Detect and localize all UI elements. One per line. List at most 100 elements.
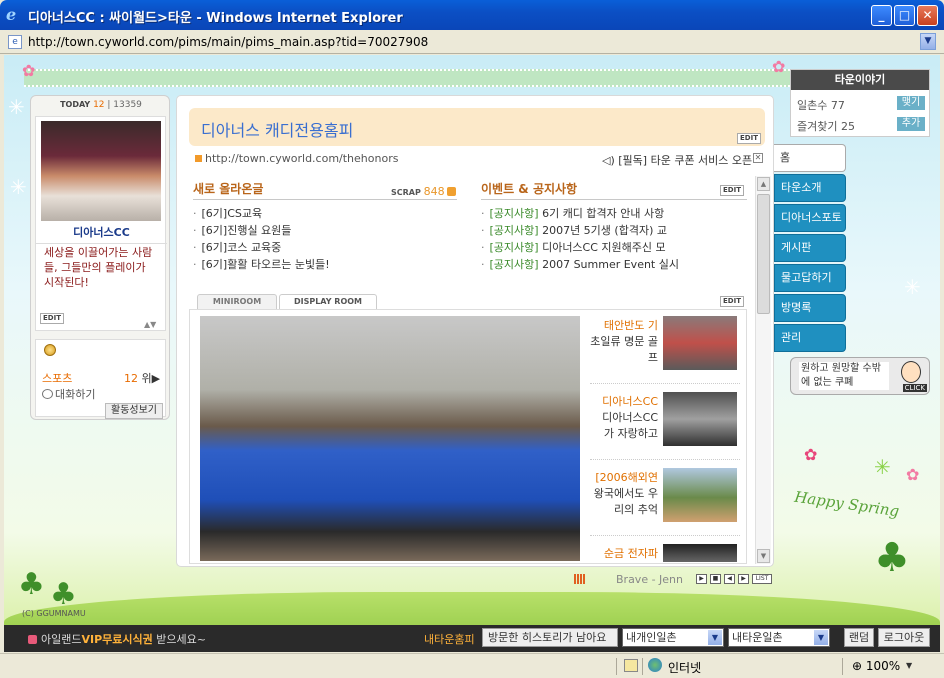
tab-qna[interactable]: 물고답하기 bbox=[774, 264, 846, 292]
snowflake-decoration-icon: ✳ bbox=[874, 455, 891, 479]
scrap-counter[interactable]: SCRAP 848 bbox=[391, 185, 457, 198]
window-title: 디아너스CC : 싸이월드>타운 - Windows Internet Expl… bbox=[28, 11, 403, 26]
minimize-button[interactable]: _ bbox=[871, 5, 892, 26]
tab-photo[interactable]: 디아너스포토 bbox=[774, 204, 846, 232]
scroll-up-icon[interactable]: ▲ bbox=[757, 177, 770, 191]
thumbnail-title: [2006해외연 bbox=[595, 471, 658, 484]
list-item[interactable]: [6기]코스 교육중 bbox=[193, 239, 330, 256]
vip-promo-link[interactable]: 아일랜드VIP무료시식권 받으세요~ bbox=[28, 631, 206, 647]
notice-link[interactable]: ◁) [필독] 타운 쿠폰 서비스 오픈 bbox=[602, 152, 752, 168]
chat-link[interactable]: 대화하기 bbox=[42, 386, 95, 402]
play-icon[interactable]: ▶ bbox=[696, 574, 707, 584]
today-count: 12 bbox=[93, 100, 105, 110]
history-box[interactable]: 방문한 히스토리가 남아요 bbox=[482, 628, 618, 647]
chevron-down-icon: ▼ bbox=[708, 630, 722, 645]
notice-tag: [공지사항] bbox=[489, 224, 539, 237]
prev-track-icon[interactable]: ◀ bbox=[724, 574, 735, 584]
list-item[interactable]: [6기]진행실 요원들 bbox=[193, 222, 330, 239]
list-item[interactable]: [6기]CS교육 bbox=[193, 205, 330, 222]
thumbnail-image[interactable] bbox=[663, 316, 737, 370]
maximize-button[interactable]: □ bbox=[894, 5, 915, 26]
tab-home[interactable]: 홈 bbox=[774, 144, 846, 172]
thumbnail-image[interactable] bbox=[663, 468, 737, 522]
new-posts-heading: 새로 올라온글 bbox=[193, 182, 264, 196]
logout-button[interactable]: 로그아웃 bbox=[878, 628, 930, 647]
events-heading: 이벤트 & 공지사항 bbox=[481, 182, 578, 196]
site-url-text: http://town.cyworld.com/thehonors bbox=[205, 152, 399, 165]
zoom-level[interactable]: ⊕ 100% bbox=[852, 659, 900, 673]
thumbnail-image[interactable] bbox=[663, 392, 737, 446]
profile-photo[interactable] bbox=[41, 121, 161, 221]
thumbnail-item[interactable]: 순금 전자파 bbox=[590, 542, 740, 564]
address-dropdown-icon[interactable]: ▼ bbox=[920, 33, 936, 50]
divider bbox=[481, 199, 747, 200]
list-item[interactable]: [공지사항] 디아너스CC 지원해주신 모 bbox=[481, 239, 679, 256]
tab-board[interactable]: 게시판 bbox=[774, 234, 846, 262]
address-url[interactable]: http://town.cyworld.com/pims/main/pims_m… bbox=[28, 35, 428, 49]
chevron-down-icon: ▼ bbox=[814, 630, 828, 645]
members-count: 77 bbox=[830, 99, 845, 112]
list-item[interactable]: [공지사항] 2007년 5기생 (합격자) 교 bbox=[481, 222, 679, 239]
room-edit-button[interactable]: EDIT bbox=[720, 296, 744, 307]
main-panel: 디아너스 캐디전용홈피 EDIT http://town.cyworld.com… bbox=[176, 95, 774, 567]
favorites-label: 즐겨찾기 bbox=[797, 120, 838, 133]
stop-icon[interactable]: ■ bbox=[710, 574, 721, 584]
next-track-icon[interactable]: ▶ bbox=[738, 574, 749, 584]
tab-display-room[interactable]: DISPLAY ROOM bbox=[279, 294, 377, 309]
scroll-thumb[interactable] bbox=[757, 194, 770, 314]
notice-close-icon[interactable]: ✕ bbox=[753, 153, 763, 163]
join-button[interactable]: 맺기 bbox=[897, 96, 925, 110]
playlist-button[interactable]: LIST bbox=[752, 574, 772, 584]
url-bullet-icon bbox=[195, 155, 202, 162]
thumbnail-caption: 디아너스CC 디아너스CC 가 자랑하고 bbox=[590, 394, 658, 442]
window-titlebar: e 디아너스CC : 싸이월드>타운 - Windows Internet Ex… bbox=[0, 0, 944, 30]
scroll-down-icon[interactable]: ▼ bbox=[757, 549, 770, 563]
thumbnail-item[interactable]: 디아너스CC 디아너스CC 가 자랑하고 bbox=[590, 390, 740, 460]
zoom-value: 100% bbox=[865, 659, 901, 673]
title-edit-button[interactable]: EDIT bbox=[737, 133, 761, 144]
personal-ilchon-select[interactable]: 내개인일촌 ▼ bbox=[622, 628, 724, 647]
list-item[interactable]: [6기]활활 타오르는 눈빛들! bbox=[193, 256, 330, 273]
my-town-link[interactable]: 내타운홈피 bbox=[424, 631, 475, 647]
tab-town-intro[interactable]: 타운소개 bbox=[774, 174, 846, 202]
activity-button[interactable]: 활동성보기 bbox=[105, 403, 163, 419]
sports-category[interactable]: 스포츠 bbox=[42, 370, 72, 386]
zoom-dropdown-icon[interactable]: ▼ bbox=[906, 661, 912, 670]
chat-label: 대화하기 bbox=[55, 388, 96, 401]
group-photo[interactable] bbox=[200, 316, 580, 561]
today-label: TODAY bbox=[60, 100, 91, 109]
tab-guestbook[interactable]: 방명록 bbox=[774, 294, 846, 322]
members-row: 일촌수 77 맺기 bbox=[797, 96, 925, 113]
thumbnail-desc: 초일류 명문 골프 bbox=[590, 335, 658, 364]
divider bbox=[193, 199, 457, 200]
add-favorite-button[interactable]: 추가 bbox=[897, 117, 925, 131]
new-posts-list: [6기]CS교육 [6기]진행실 요원들 [6기]코스 교육중 [6기]활활 타… bbox=[193, 205, 330, 273]
random-button[interactable]: 랜덤 bbox=[844, 628, 874, 647]
profile-nav-arrows-icon[interactable]: ▲▼ bbox=[144, 320, 156, 329]
bgm-track-title: Brave - Jenn bbox=[616, 573, 684, 586]
promo-vip: VIP무료시식권 bbox=[81, 633, 153, 646]
main-scrollbar[interactable]: ▲ ▼ bbox=[755, 176, 771, 564]
tab-admin[interactable]: 관리 bbox=[774, 324, 846, 352]
favorites-count: 25 bbox=[840, 120, 855, 133]
thumbnail-item[interactable]: 태안반도 기 초일류 명문 골프 bbox=[590, 314, 740, 384]
scrap-icon bbox=[447, 187, 457, 196]
site-url[interactable]: http://town.cyworld.com/thehonors bbox=[195, 152, 398, 165]
coupon-promo-banner[interactable]: 원하고 원망할 수밖에 없는 쿠폐 CLICK bbox=[790, 357, 930, 395]
thumbnail-image[interactable] bbox=[663, 544, 737, 562]
status-separator bbox=[842, 658, 843, 675]
close-button[interactable]: ✕ bbox=[917, 5, 938, 26]
profile-edit-button[interactable]: EDIT bbox=[40, 313, 64, 324]
list-item[interactable]: [공지사항] 2007 Summer Event 실시 bbox=[481, 256, 680, 273]
sports-rank-suffix: 위▶ bbox=[141, 372, 161, 385]
tab-miniroom[interactable]: MINIROOM bbox=[197, 294, 277, 309]
town-ilchon-select[interactable]: 내타운일촌 ▼ bbox=[728, 628, 830, 647]
profile-name: 디아너스CC bbox=[36, 224, 167, 244]
thumbnail-item[interactable]: [2006해외연 왕국에서도 우 리의 추억 bbox=[590, 466, 740, 536]
events-list: [공지사항] 6기 캐디 합격자 안내 사항 [공지사항] 2007년 5기생 … bbox=[481, 205, 680, 273]
list-item[interactable]: [공지사항] 6기 캐디 합격자 안내 사항 bbox=[481, 205, 679, 222]
security-zone: 인터넷 bbox=[668, 661, 702, 675]
snowflake-decoration-icon: ✳ bbox=[904, 275, 921, 299]
notice-tag: [공지사항] bbox=[489, 258, 539, 271]
events-edit-button[interactable]: EDIT bbox=[720, 185, 744, 196]
